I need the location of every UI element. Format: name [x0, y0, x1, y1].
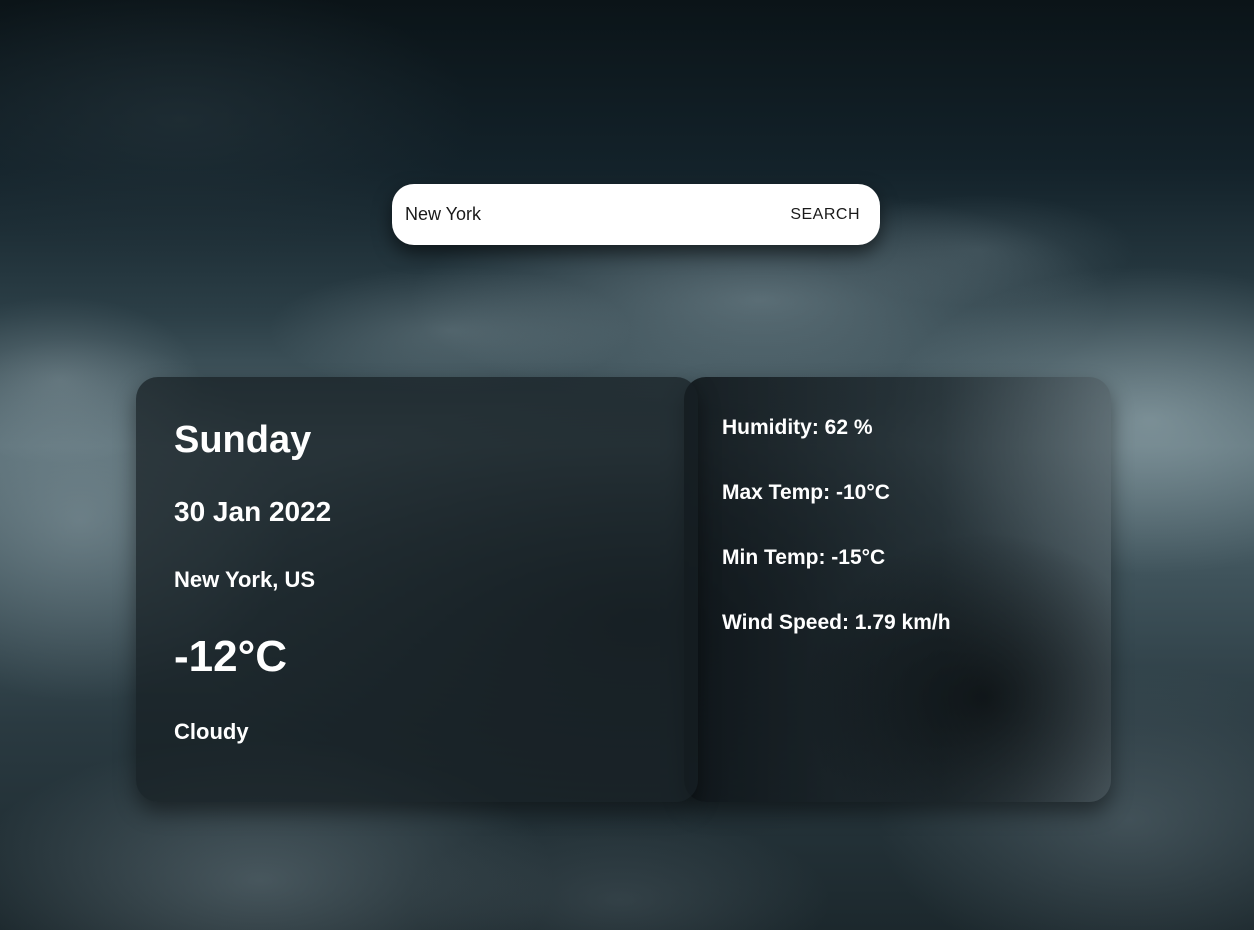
min-temp-text: Min Temp: -15°C — [722, 546, 886, 569]
location-label: New York, US — [174, 567, 316, 592]
condition-label: Cloudy — [174, 719, 249, 744]
temperature-value: -12°C — [174, 632, 287, 681]
max-temp-text: Max Temp: -10°C — [722, 481, 890, 504]
weather-details-card: Humidity: 62 % Max Temp: -10°C Min Temp:… — [684, 377, 1111, 802]
wind-speed-text: Wind Speed: 1.79 km/h — [722, 611, 951, 634]
day-label: Sunday — [174, 419, 312, 461]
search-input[interactable] — [405, 199, 791, 230]
search-button[interactable]: SEARCH — [790, 206, 860, 224]
search-bar: SEARCH — [392, 184, 880, 245]
date-label: 30 Jan 2022 — [174, 496, 332, 527]
humidity-text: Humidity: 62 % — [722, 416, 873, 439]
current-weather-card: Sunday 30 Jan 2022 New York, US -12°C Cl… — [136, 377, 698, 802]
